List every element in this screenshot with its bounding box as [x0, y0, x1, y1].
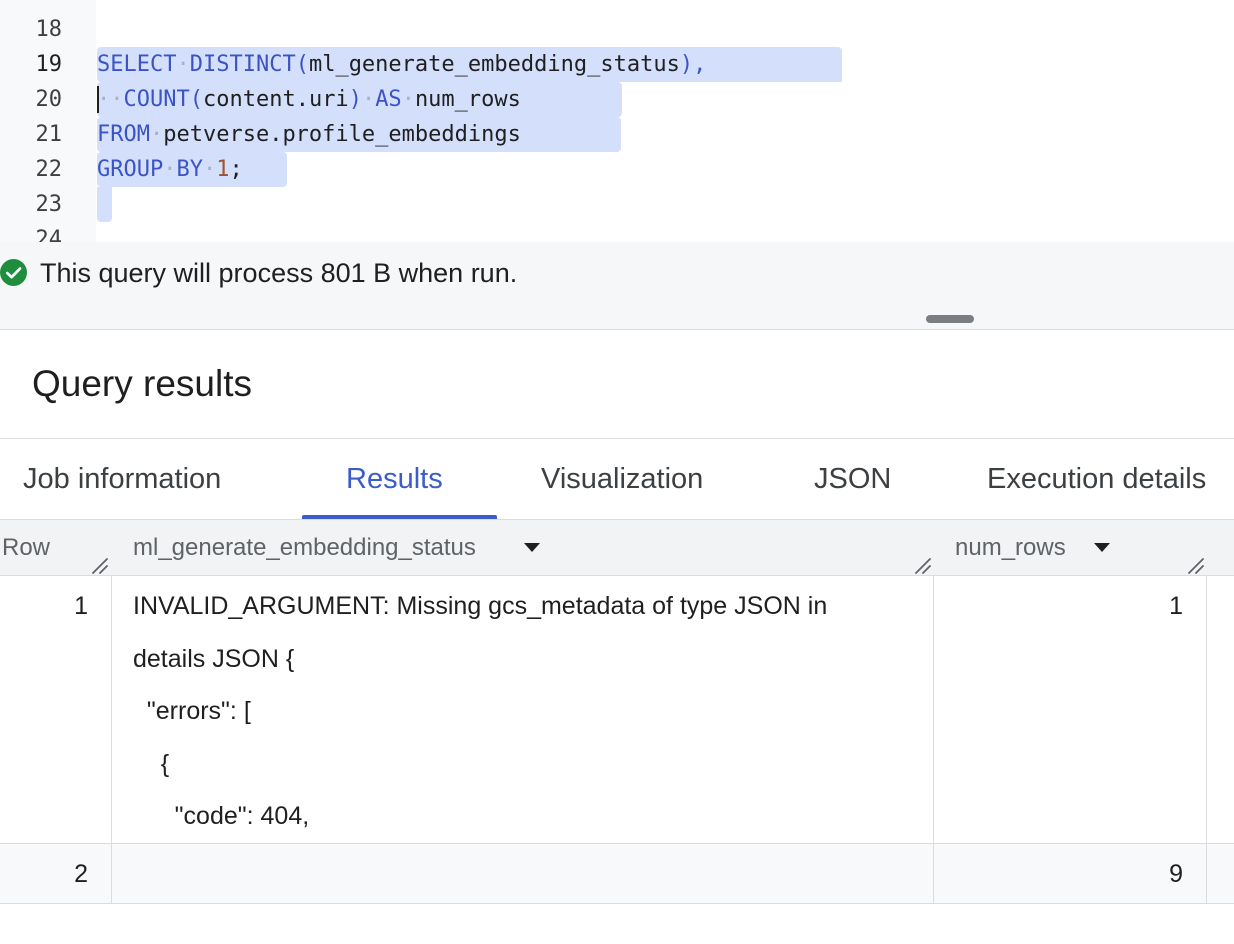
sort-dropdown-icon[interactable] — [1094, 543, 1110, 552]
code-text: GROUP·BY·1; — [97, 157, 243, 182]
active-tab-indicator — [302, 515, 497, 519]
code-line: 21 FROM·petverse.profile_embeddings — [0, 117, 1234, 152]
code-line: 18 — [0, 12, 1234, 47]
check-circle-icon — [0, 259, 27, 286]
text-cursor — [97, 86, 99, 113]
row-number: 2 — [74, 860, 88, 888]
table-row[interactable]: 1 INVALID_ARGUMENT: Missing gcs_metadata… — [0, 576, 1234, 844]
num-rows-cell[interactable]: 1 — [1010, 580, 1183, 632]
query-validation-bar: This query will process 801 B when run. — [0, 242, 1234, 330]
column-resize-icon[interactable] — [90, 556, 108, 574]
column-header-status[interactable]: ml_generate_embedding_status — [133, 520, 476, 576]
line-number: 22 — [35, 157, 63, 182]
column-header-num-rows[interactable]: num_rows — [955, 520, 1066, 576]
column-resize-icon[interactable] — [1186, 556, 1204, 574]
code-line: 20 ··COUNT(content.uri)·AS·num_rows — [0, 82, 1234, 117]
column-divider — [933, 576, 934, 903]
line-number: 24 — [35, 227, 63, 242]
cell-text-line: details JSON { — [133, 644, 295, 673]
cell-text-line: { — [133, 749, 170, 778]
results-tab-bar: Job information Results Visualization JS… — [0, 438, 1234, 520]
sql-editor[interactable]: 17 18 19 SELECT·DISTINCT(ml_generate_emb… — [0, 0, 1234, 242]
page-title: Query results — [32, 363, 253, 404]
column-divider — [111, 576, 112, 903]
row-number: 1 — [74, 592, 88, 620]
code-text: ··COUNT(content.uri)·AS·num_rows — [97, 87, 521, 112]
column-resize-icon[interactable] — [913, 556, 931, 574]
code-line: 23 — [0, 187, 1234, 222]
code-text: SELECT·DISTINCT(ml_generate_embedding_st… — [97, 52, 707, 77]
column-divider — [1206, 576, 1207, 903]
status-message: This query will process 801 B when run. — [40, 258, 518, 288]
tab-visualization[interactable]: Visualization — [541, 439, 703, 519]
sort-dropdown-icon[interactable] — [524, 543, 540, 552]
line-number: 23 — [35, 192, 63, 217]
code-line: 22 GROUP·BY·1; — [0, 152, 1234, 187]
tab-execution-details[interactable]: Execution details — [987, 439, 1206, 519]
cell-text-line: "code": 404, — [133, 802, 310, 831]
line-number: 21 — [35, 122, 63, 147]
tab-results[interactable]: Results — [346, 439, 443, 519]
tab-json[interactable]: JSON — [814, 439, 891, 519]
results-table-body: 1 INVALID_ARGUMENT: Missing gcs_metadata… — [0, 576, 1234, 904]
code-line: 17 — [0, 0, 1234, 10]
line-number: 18 — [35, 17, 63, 42]
table-row[interactable]: 2 9 — [0, 844, 1234, 904]
code-text: FROM·petverse.profile_embeddings — [97, 122, 521, 147]
status-cell[interactable]: INVALID_ARGUMENT: Missing gcs_metadata o… — [133, 580, 913, 843]
cell-text-line: INVALID_ARGUMENT: Missing gcs_metadata o… — [133, 592, 828, 620]
code-line: 24 — [0, 222, 1234, 242]
panel-resize-handle[interactable] — [926, 315, 974, 323]
table-header: Row ml_generate_embedding_status num_row… — [0, 520, 1234, 576]
line-number: 19 — [35, 52, 63, 77]
column-header-row: Row — [2, 534, 51, 561]
tab-job-information[interactable]: Job information — [23, 439, 221, 519]
cell-text-line: "errors": [ — [133, 697, 251, 726]
code-line: 19 SELECT·DISTINCT(ml_generate_embedding… — [0, 47, 1234, 82]
num-rows-cell[interactable]: 9 — [1010, 848, 1183, 900]
line-number: 20 — [35, 87, 63, 112]
